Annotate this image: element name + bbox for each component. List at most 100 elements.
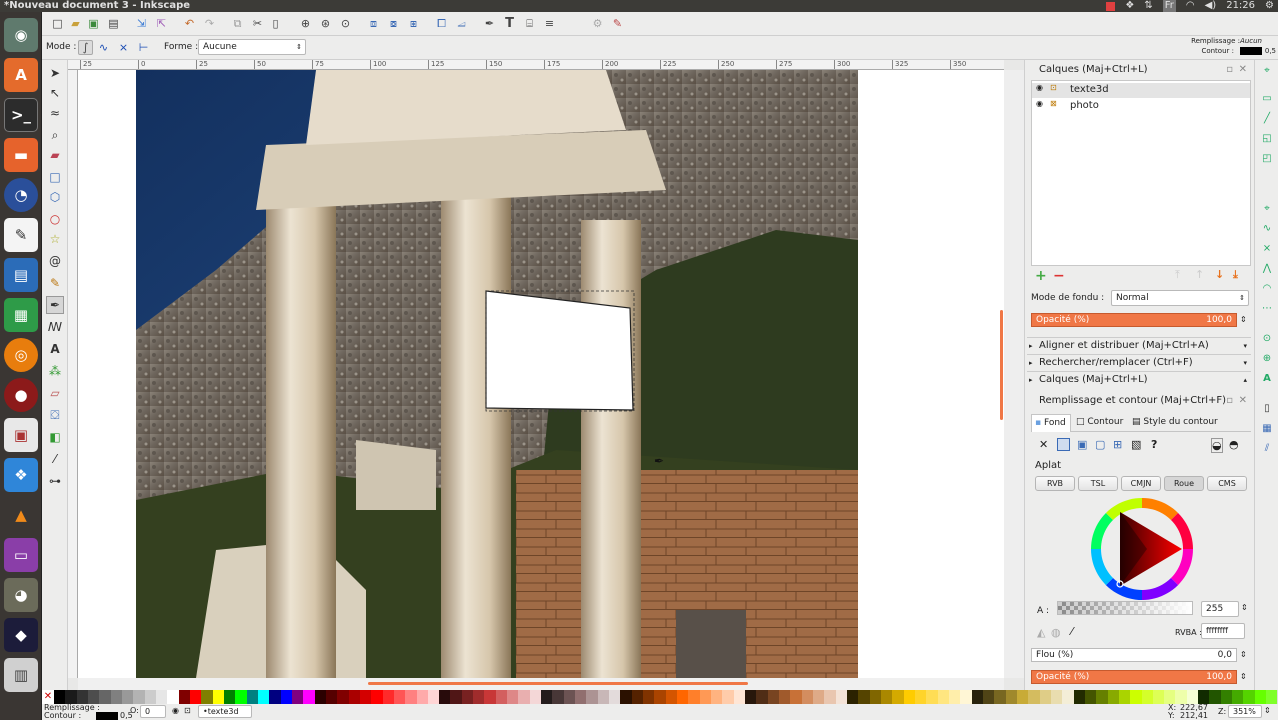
dropper-tool-icon[interactable]: ⁄: [46, 450, 64, 468]
add-layer-icon[interactable]: +: [1035, 268, 1047, 284]
snap-midpoints-icon[interactable]: ⋯: [1259, 300, 1275, 316]
blur-slider[interactable]: Flou (%) 0,0: [1031, 648, 1237, 662]
files-icon[interactable]: ▬: [4, 138, 38, 172]
palette-swatch[interactable]: [1062, 690, 1074, 704]
raise-to-top-icon[interactable]: ⤒: [1175, 268, 1180, 282]
panel-collapse-icon[interactable]: ▫: [1226, 393, 1233, 409]
no-paint-icon[interactable]: ✕: [1039, 438, 1048, 451]
export-icon[interactable]: ⇱: [154, 16, 169, 31]
palette-swatch[interactable]: [133, 690, 145, 704]
palette-swatch[interactable]: [382, 690, 394, 704]
palette-swatch[interactable]: [1005, 690, 1017, 704]
vlc-icon[interactable]: ▲: [4, 498, 38, 532]
alpha-slider[interactable]: [1057, 601, 1193, 615]
tab-fill[interactable]: ▪ Fond: [1031, 414, 1071, 432]
palette-swatch[interactable]: [699, 690, 712, 704]
palette-swatch[interactable]: [982, 690, 995, 704]
palette-swatch[interactable]: [144, 690, 156, 704]
palette-swatch[interactable]: [1016, 690, 1029, 704]
transfer-icon[interactable]: ⇅: [1144, 0, 1152, 12]
palette-swatch[interactable]: [880, 690, 893, 704]
lower-to-bottom-icon[interactable]: ⤓: [1233, 268, 1238, 282]
mode-bspline-icon[interactable]: ⨯: [116, 40, 131, 55]
mode-regular-bezier-icon[interactable]: ∫: [78, 40, 93, 55]
palette-swatch[interactable]: [257, 690, 270, 704]
gimp-icon[interactable]: ◕: [4, 578, 38, 612]
calc-icon[interactable]: ▦: [4, 298, 38, 332]
palette-swatch[interactable]: [541, 690, 553, 704]
current-layer-select[interactable]: •texte3d: [198, 705, 252, 718]
palette-swatch[interactable]: [869, 690, 881, 704]
chevron-down-icon[interactable]: ▾: [1243, 355, 1247, 371]
palette-swatch[interactable]: [858, 690, 870, 704]
stepper-icon[interactable]: ⇕: [1240, 672, 1247, 681]
stepper-icon[interactable]: ⇕: [1264, 707, 1271, 715]
palette-swatch[interactable]: [87, 690, 100, 704]
import-icon[interactable]: ⇲: [134, 16, 149, 31]
snap-page-border-icon[interactable]: ▯: [1259, 400, 1275, 416]
palette-swatch[interactable]: [779, 690, 791, 704]
tab-stroke-style[interactable]: ▤ Style du contour: [1129, 414, 1239, 432]
palette-swatch[interactable]: [835, 690, 847, 704]
scanner-icon[interactable]: ▥: [4, 658, 38, 692]
palette-swatch[interactable]: [54, 690, 66, 704]
palette-swatch[interactable]: [677, 690, 689, 704]
pen-tool-icon[interactable]: ✒: [46, 296, 64, 314]
palette-swatch[interactable]: [1028, 690, 1040, 704]
palette-swatch[interactable]: [110, 690, 122, 704]
palette-swatch[interactable]: [575, 690, 587, 704]
blend-mode-select[interactable]: Normal ⇕: [1111, 290, 1249, 306]
lock-icon[interactable]: ⊡: [1050, 83, 1057, 92]
mode-spiro-icon[interactable]: ∿: [96, 40, 111, 55]
layer-name[interactable]: texte3d: [1070, 84, 1109, 95]
pencil-tool-icon[interactable]: ✎: [46, 274, 64, 292]
text-font-icon[interactable]: T: [502, 16, 517, 31]
close-icon[interactable]: ✕: [1239, 393, 1247, 409]
selector-tool-icon[interactable]: ➤: [46, 64, 64, 82]
dash-icon[interactable]: ◉: [4, 18, 38, 52]
palette-swatch[interactable]: [1096, 690, 1108, 704]
rectangle-tool-icon[interactable]: □: [46, 168, 64, 186]
palette-swatch[interactable]: [926, 690, 938, 704]
palette-swatch[interactable]: [688, 690, 700, 704]
mesh-gradient-icon[interactable]: ⊞: [1113, 438, 1122, 451]
palette-swatch[interactable]: [1050, 690, 1063, 704]
fill-stroke-icon[interactable]: ✒: [482, 16, 497, 31]
layers-panel-collapsed-header[interactable]: ▸ Calques (Maj+Ctrl+L) ▴: [1027, 371, 1251, 387]
palette-swatch[interactable]: [586, 690, 598, 704]
palette-swatch[interactable]: [960, 690, 972, 704]
inkscape-icon[interactable]: ◆: [4, 618, 38, 652]
palette-swatch[interactable]: [665, 690, 678, 704]
palette-swatch[interactable]: [529, 690, 542, 704]
chevron-up-icon[interactable]: ▴: [1243, 372, 1247, 388]
palette-swatch[interactable]: [1198, 690, 1210, 704]
spiral-tool-icon[interactable]: @: [46, 252, 64, 270]
lock-icon[interactable]: ⊠: [1050, 99, 1057, 108]
palette-swatch[interactable]: [201, 690, 213, 704]
palette-swatch[interactable]: [269, 690, 281, 704]
palette-swatch[interactable]: [291, 690, 304, 704]
lower-icon[interactable]: ↓: [1215, 268, 1224, 281]
palette-swatch[interactable]: [439, 690, 451, 704]
palette-swatch[interactable]: [654, 690, 666, 704]
palette-swatch[interactable]: [767, 690, 779, 704]
palette-swatch[interactable]: [733, 690, 746, 704]
mode-paraxial-icon[interactable]: ⊢: [136, 40, 151, 55]
layer-row-texte3d[interactable]: ◉ ⊡ texte3d: [1032, 83, 1250, 98]
clone-icon[interactable]: ⧇: [386, 16, 401, 31]
palette-swatch[interactable]: [597, 690, 610, 704]
tweak-tool-icon[interactable]: ≈: [46, 104, 64, 122]
stroke-swatch[interactable]: [1240, 47, 1262, 55]
palette-swatch[interactable]: [280, 690, 292, 704]
align-panel-header[interactable]: ▸ Aligner et distribuer (Maj+Ctrl+A) ▾: [1027, 337, 1251, 353]
palette-swatch[interactable]: [359, 690, 372, 704]
shape-select[interactable]: Aucune ⇕: [198, 39, 306, 55]
palette-swatch[interactable]: [643, 690, 655, 704]
dropbox-icon[interactable]: ❖: [1125, 0, 1134, 12]
layer-opacity-slider[interactable]: Opacité (%) 100,0: [1031, 313, 1237, 327]
wifi-icon[interactable]: ◠: [1186, 0, 1195, 12]
linear-gradient-icon[interactable]: ▣: [1077, 438, 1087, 451]
remove-layer-icon[interactable]: −: [1053, 268, 1065, 284]
palette-swatch[interactable]: [756, 690, 768, 704]
keyboard-indicator[interactable]: Fr: [1162, 0, 1176, 12]
